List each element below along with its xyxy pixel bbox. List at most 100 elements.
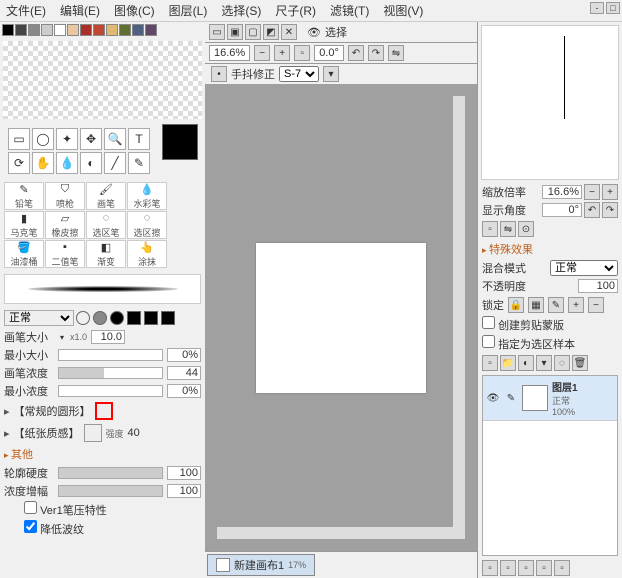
- sel-rect-icon[interactable]: ▭: [209, 24, 225, 40]
- sel-add-icon[interactable]: ▣: [227, 24, 243, 40]
- nav-flip-button[interactable]: ⇋: [500, 221, 516, 237]
- rotate-right-button[interactable]: ↷: [368, 45, 384, 61]
- nav-angle-value[interactable]: 0°: [542, 203, 582, 217]
- magic-wand-tool[interactable]: ✦: [56, 128, 78, 150]
- zoom-fit-button[interactable]: ▫: [294, 45, 310, 61]
- new-layer-button[interactable]: ▫: [482, 355, 498, 371]
- swatch[interactable]: [67, 24, 79, 36]
- shape-texture-button[interactable]: [95, 402, 113, 420]
- brush-select-erase[interactable]: ◌选区擦: [127, 211, 167, 239]
- tip-circle-hard[interactable]: [110, 311, 124, 325]
- hand-tool[interactable]: ✋: [32, 152, 54, 174]
- density-slider[interactable]: [58, 367, 163, 379]
- menu-filter[interactable]: 滤镜(T): [330, 2, 369, 19]
- lb-1[interactable]: ▫: [482, 560, 498, 576]
- brush-size-value[interactable]: 10.0: [91, 330, 125, 344]
- clip-mask-checkbox[interactable]: [482, 316, 495, 329]
- tip-square-2[interactable]: [144, 311, 158, 325]
- edge-hardness-value[interactable]: 100: [167, 466, 201, 480]
- density-boost-value[interactable]: 100: [167, 484, 201, 498]
- zoom-tool[interactable]: 🔍: [104, 128, 126, 150]
- nav-zoom-value[interactable]: 16.6%: [542, 185, 582, 199]
- reduce-noise-checkbox[interactable]: [24, 520, 37, 533]
- menu-edit[interactable]: 编辑(E): [60, 2, 100, 19]
- expand-icon[interactable]: ▸: [4, 427, 10, 440]
- angle-input[interactable]: 0.0°: [314, 45, 344, 61]
- lasso-tool[interactable]: ◯: [32, 128, 54, 150]
- brush-smudge[interactable]: 👆涂抹: [127, 240, 167, 268]
- swatch[interactable]: [93, 24, 105, 36]
- lock-alpha-icon[interactable]: +: [568, 297, 584, 313]
- document-tab[interactable]: 新建画布1 17%: [207, 554, 315, 576]
- other-section-header[interactable]: 其他: [0, 444, 205, 464]
- blend-mode-select[interactable]: 正常: [4, 310, 74, 326]
- menu-file[interactable]: 文件(E): [6, 2, 46, 19]
- density-value[interactable]: 44: [167, 366, 201, 380]
- brush-gradient[interactable]: ◧渐变: [86, 240, 126, 268]
- swatch[interactable]: [28, 24, 40, 36]
- brush-pencil[interactable]: ✎铅笔: [4, 182, 44, 210]
- layer-blend-select[interactable]: 正常: [550, 260, 618, 276]
- effects-section-header[interactable]: 特殊效果: [478, 239, 622, 259]
- swatch[interactable]: [41, 24, 53, 36]
- brush-airbrush[interactable]: ⛉喷枪: [45, 182, 85, 210]
- density-boost-slider[interactable]: [58, 485, 163, 497]
- bullet-icon[interactable]: •: [211, 66, 227, 82]
- tip-square-3[interactable]: [161, 311, 175, 325]
- navigator-preview[interactable]: [481, 25, 619, 180]
- nav-zoom-in-button[interactable]: +: [602, 184, 618, 200]
- menu-view[interactable]: 视图(V): [383, 2, 423, 19]
- layer-mask-button[interactable]: ◐: [518, 355, 534, 371]
- menu-image[interactable]: 图像(C): [114, 2, 155, 19]
- clear-layer-button[interactable]: ◌: [554, 355, 570, 371]
- paper-texture-button[interactable]: [84, 424, 102, 442]
- delete-layer-button[interactable]: 🗑: [572, 355, 588, 371]
- menu-select[interactable]: 选择(S): [221, 2, 261, 19]
- foreground-color[interactable]: [162, 124, 198, 160]
- lock-move-icon[interactable]: ✎: [548, 297, 564, 313]
- menu-ruler[interactable]: 尺子(R): [275, 2, 316, 19]
- tip-circle-med[interactable]: [93, 311, 107, 325]
- brush-watercolor[interactable]: 💧水彩笔: [127, 182, 167, 210]
- min-density-value[interactable]: 0%: [167, 384, 201, 398]
- lb-3[interactable]: ▫: [518, 560, 534, 576]
- nav-fit-button[interactable]: ▫: [482, 221, 498, 237]
- tip-circle-soft[interactable]: [76, 311, 90, 325]
- nav-rot-left-button[interactable]: ↶: [584, 202, 600, 218]
- rotate-tool[interactable]: ⟳: [8, 152, 30, 174]
- stabilizer-opt-icon[interactable]: ▾: [323, 66, 339, 82]
- lb-2[interactable]: ▫: [500, 560, 516, 576]
- brush-binary[interactable]: ▪二值笔: [45, 240, 85, 268]
- brush-bucket[interactable]: 🪣油漆桶: [4, 240, 44, 268]
- eye-icon[interactable]: 👁: [486, 393, 500, 404]
- swatch[interactable]: [80, 24, 92, 36]
- sel-sub-icon[interactable]: ▢: [245, 24, 261, 40]
- canvas[interactable]: [256, 243, 426, 393]
- min-density-slider[interactable]: [58, 385, 163, 397]
- line-tool[interactable]: ╱: [104, 152, 126, 174]
- pen-tool[interactable]: ✎: [128, 152, 150, 174]
- zoom-input[interactable]: 16.6%: [209, 45, 250, 61]
- swatch[interactable]: [119, 24, 131, 36]
- sel-clear-icon[interactable]: ✕: [281, 24, 297, 40]
- rotate-left-button[interactable]: ↶: [348, 45, 364, 61]
- eyedropper-tool[interactable]: 💧: [56, 152, 78, 174]
- brush-eraser[interactable]: ▱橡皮擦: [45, 211, 85, 239]
- swatch[interactable]: [145, 24, 157, 36]
- brush-select-pen[interactable]: ◌选区笔: [86, 211, 126, 239]
- sel-inv-icon[interactable]: ◩: [263, 24, 279, 40]
- scrollbar-horizontal[interactable]: [217, 527, 453, 539]
- canvas-area[interactable]: [205, 84, 477, 551]
- swatch[interactable]: [132, 24, 144, 36]
- swatch[interactable]: [54, 24, 66, 36]
- zoom-in-button[interactable]: +: [274, 45, 290, 61]
- swatch[interactable]: [106, 24, 118, 36]
- nav-rot-right-button[interactable]: ↷: [602, 202, 618, 218]
- min-size-slider[interactable]: [58, 349, 163, 361]
- ver1-checkbox[interactable]: [24, 501, 37, 514]
- scrollbar-vertical[interactable]: [453, 96, 465, 539]
- lock-all-icon[interactable]: 🔒: [508, 297, 524, 313]
- nav-zoom-out-button[interactable]: −: [584, 184, 600, 200]
- zoom-out-button[interactable]: −: [254, 45, 270, 61]
- text-tool[interactable]: T: [128, 128, 150, 150]
